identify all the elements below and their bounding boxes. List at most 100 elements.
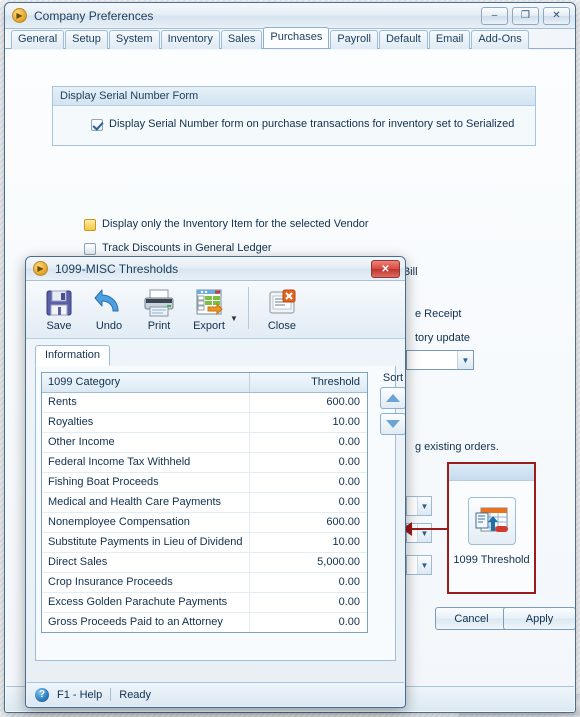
- 1099-threshold-button[interactable]: [467, 497, 516, 545]
- cell-category: Royalties: [42, 412, 250, 433]
- close-button[interactable]: ✕: [543, 7, 570, 25]
- checkbox-amber-icon[interactable]: [84, 219, 96, 231]
- help-label[interactable]: F1 - Help: [57, 689, 102, 701]
- cell-threshold[interactable]: 0.00: [249, 432, 367, 453]
- save-button[interactable]: Save: [34, 285, 84, 332]
- serial-number-checkbox-label: Display Serial Number form on purchase t…: [109, 118, 515, 130]
- table-row[interactable]: Other Income 0.00: [42, 432, 367, 453]
- tab-system[interactable]: System: [108, 30, 160, 49]
- 1099-threshold-highlight-box: 1099 Threshold: [447, 462, 536, 594]
- table-row[interactable]: Rents 600.00: [42, 392, 367, 413]
- table-row[interactable]: Excess Golden Parachute Payments 0.00: [42, 592, 367, 613]
- column-header-category[interactable]: 1099 Category: [42, 373, 250, 393]
- cell-threshold[interactable]: 5,000.00: [249, 552, 367, 573]
- tab-general[interactable]: General: [11, 30, 65, 49]
- table-row[interactable]: Federal Income Tax Withheld 0.00: [42, 452, 367, 473]
- undo-arrow-icon: [92, 287, 126, 319]
- 1099-misc-thresholds-dialog: ▶ 1099-MISC Thresholds ✕ Save Undo Print…: [25, 256, 406, 708]
- highlight-box-header: [449, 464, 534, 481]
- sort-ascending-button[interactable]: [380, 387, 405, 409]
- sort-ascending-icon: [386, 394, 400, 402]
- maximize-button[interactable]: ❐: [512, 7, 539, 25]
- status-text: Ready: [119, 688, 152, 701]
- cell-threshold[interactable]: 0.00: [249, 592, 367, 613]
- tab-payroll[interactable]: Payroll: [330, 30, 378, 49]
- chevron-down-icon[interactable]: ▼: [457, 351, 473, 369]
- table-row[interactable]: Direct Sales 5,000.00: [42, 552, 367, 573]
- hidden-combobox-1[interactable]: ▼: [406, 496, 432, 516]
- tab-information[interactable]: Information: [35, 345, 111, 366]
- apply-button[interactable]: Apply: [503, 607, 575, 630]
- table-row[interactable]: Crop Insurance Proceeds 0.00: [42, 572, 367, 593]
- cell-threshold[interactable]: 0.00: [249, 472, 367, 493]
- tab-add-ons[interactable]: Add-Ons: [471, 30, 529, 49]
- spreadsheet-export-icon: [475, 507, 508, 532]
- window-controls: – ❐ ✕: [481, 7, 570, 25]
- question-mark-icon[interactable]: ?: [35, 687, 49, 702]
- cell-category: Federal Income Tax Withheld: [42, 452, 250, 473]
- group-header-label: Display Serial Number Form: [53, 87, 535, 106]
- table-row[interactable]: Substitute Payments in Lieu of Dividend 1…: [42, 532, 367, 553]
- sort-descending-button[interactable]: [380, 413, 405, 435]
- print-button[interactable]: Print: [134, 285, 184, 332]
- floppy-disk-icon: [42, 287, 76, 319]
- table-row-empty[interactable]: [42, 632, 367, 633]
- thresholds-grid[interactable]: 1099 Category Threshold Rents 600.00 Roya…: [41, 372, 368, 633]
- dialog-close-button[interactable]: ✕: [371, 260, 400, 278]
- option-display-inventory-item[interactable]: Display only the Inventory Item for the …: [84, 218, 418, 231]
- dialog-tabstrip: Information: [26, 339, 405, 366]
- cell-category: Gross Proceeds Paid to an Attorney: [42, 612, 250, 632]
- close-toolbar-button[interactable]: Close: [257, 285, 307, 332]
- column-header-threshold[interactable]: Threshold: [249, 373, 367, 393]
- chevron-down-icon[interactable]: ▼: [230, 314, 238, 323]
- cell-threshold[interactable]: 0.00: [249, 492, 367, 513]
- chevron-down-icon[interactable]: ▼: [417, 556, 431, 574]
- tab-inventory[interactable]: Inventory: [160, 30, 220, 49]
- undo-label: Undo: [95, 320, 123, 332]
- cell-threshold[interactable]: 10.00: [249, 532, 367, 553]
- tab-setup[interactable]: Setup: [65, 30, 108, 49]
- export-button[interactable]: Export: [184, 285, 234, 332]
- cell-threshold[interactable]: [249, 632, 367, 633]
- dialog-titlebar[interactable]: ▶ 1099-MISC Thresholds ✕: [26, 257, 405, 281]
- undo-button[interactable]: Undo: [84, 285, 134, 332]
- cell-threshold[interactable]: 0.00: [249, 452, 367, 473]
- cell-threshold[interactable]: 600.00: [249, 392, 367, 413]
- table-row[interactable]: Medical and Health Care Payments 0.00: [42, 492, 367, 513]
- cell-threshold[interactable]: 0.00: [249, 572, 367, 593]
- tab-email[interactable]: Email: [428, 30, 471, 49]
- cell-threshold[interactable]: 0.00: [249, 612, 367, 632]
- table-row[interactable]: Fishing Boat Proceeds 0.00: [42, 472, 367, 493]
- hidden-combobox-3[interactable]: ▼: [406, 555, 432, 575]
- chevron-down-icon[interactable]: ▼: [417, 524, 431, 542]
- table-row[interactable]: Royalties 10.00: [42, 412, 367, 433]
- sort-label: Sort: [382, 372, 404, 384]
- tab-sales[interactable]: Sales: [220, 30, 263, 49]
- tab-purchases[interactable]: Purchases: [263, 27, 330, 48]
- serial-number-checkbox-row[interactable]: Display Serial Number form on purchase t…: [91, 118, 535, 131]
- app-play-icon: ▶: [33, 261, 48, 276]
- cell-threshold[interactable]: 10.00: [249, 412, 367, 433]
- chevron-down-icon[interactable]: ▼: [417, 497, 431, 515]
- option-track-discounts[interactable]: Track Discounts in General Ledger: [84, 242, 418, 255]
- dialog-statusbar: ? F1 - Help Ready: [27, 682, 404, 706]
- inventory-update-combobox[interactable]: ▼: [406, 350, 474, 370]
- cancel-button[interactable]: Cancel: [435, 607, 508, 630]
- checkbox-unchecked-icon[interactable]: [84, 243, 96, 255]
- tab-default[interactable]: Default: [378, 30, 428, 49]
- table-row[interactable]: Nonemployee Compensation 600.00: [42, 512, 367, 533]
- group-body: Display Serial Number form on purchase t…: [53, 106, 535, 145]
- cell-category: Substitute Payments in Lieu of Dividend: [42, 532, 250, 553]
- preferences-tabstrip: General Setup System Inventory Sales Pur…: [5, 27, 575, 49]
- cell-category: Nonemployee Compensation: [42, 512, 250, 533]
- checkbox-checked-icon[interactable]: [91, 119, 103, 131]
- fragment-purchase-receipt: e Receipt: [415, 308, 462, 320]
- information-panel: 1099 Category Threshold Rents 600.00 Roya…: [35, 366, 405, 661]
- table-row[interactable]: Gross Proceeds Paid to an Attorney 0.00: [42, 612, 367, 632]
- dialog-title: 1099-MISC Thresholds: [55, 261, 179, 276]
- sort-descending-icon: [386, 420, 400, 428]
- page-title: Company Preferences: [34, 8, 154, 23]
- minimize-button[interactable]: –: [481, 7, 508, 25]
- cell-threshold[interactable]: 600.00: [249, 512, 367, 533]
- main-titlebar[interactable]: ▶ Company Preferences – ❐ ✕: [5, 3, 575, 29]
